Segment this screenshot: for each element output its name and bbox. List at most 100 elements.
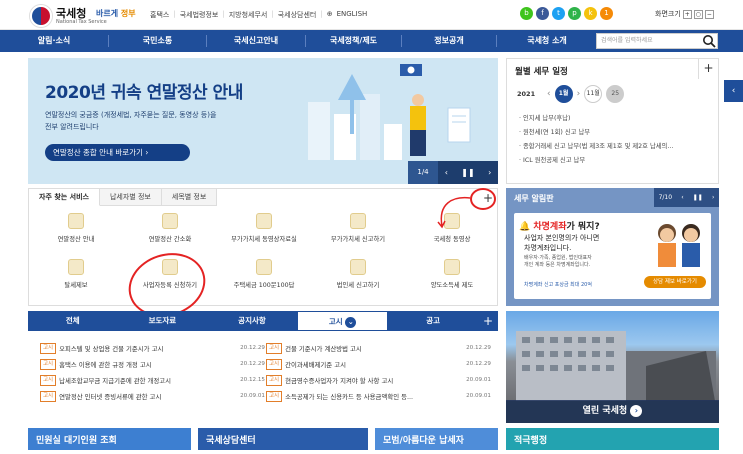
tab-bulletin[interactable]: 공고 — [388, 311, 478, 331]
top-links: 홈택스 | 국세법령정보 | 지방청세무서 | 국세상담센터 | ⊕ ENGLISH — [150, 10, 368, 20]
nav-tax-policy[interactable]: 국세정책/제도 — [306, 30, 401, 52]
prev-icon[interactable]: ‹ — [445, 168, 448, 177]
alarm-card-title: 🔔 차명계좌가 뭐지? — [519, 222, 600, 232]
service-item[interactable]: 주택세금 100문100답 — [217, 259, 311, 299]
notice-row[interactable]: 고시 납세조합교부금 지급기준에 관한 개정고시 20.12.15 — [40, 372, 265, 388]
alarm-card-desc: 사업자 본인명의가 아니면 차명계좌입니다. — [524, 234, 600, 252]
facebook-icon[interactable]: f — [536, 7, 549, 20]
bottom-box-call-center[interactable]: 국세상담센터 — [198, 428, 368, 450]
notice-row[interactable]: 고시 건물 기준시가 계산방법 고시 20.12.29 — [266, 340, 491, 356]
schedule-item[interactable]: · 원천세(연 1회) 신고 납부 — [519, 126, 709, 140]
calculator-icon — [256, 259, 272, 275]
month-current[interactable]: 1월 — [554, 85, 573, 103]
taeguk-emblem-icon — [30, 5, 52, 27]
day-25[interactable]: 25 — [606, 85, 625, 103]
alarm-controls: 7/10 ‹ ❚❚ › — [654, 188, 719, 207]
blog-icon[interactable]: b — [520, 7, 533, 20]
tab-announcements[interactable]: 공지사항 — [207, 311, 297, 331]
service-item[interactable]: 양도소득세 제도 — [405, 259, 499, 299]
notice-column-left: 고시 오피스텔 및 상업용 건물 기준시가 고시 20.12.29 고시 홈택스 이용… — [40, 340, 265, 404]
notice-row[interactable]: 고시 소득공제가 되는 신용카드 등 사용금액확인 등... 20.09.01 — [266, 388, 491, 404]
next-icon[interactable]: › — [712, 194, 714, 201]
main-banner[interactable]: 2020년 귀속 연말정산 안내 연말정산의 궁금증 (개정세법, 자주묻는 질… — [28, 58, 498, 184]
notice-row[interactable]: 고시 현금영수증사업자가 지켜야 할 사항 고시 20.09.01 — [266, 372, 491, 388]
top-utility-bar: 국세청 National Tax Service 바르게 정부 홈택스 | 국세법… — [0, 0, 743, 30]
pause-icon[interactable]: ❚❚ — [461, 168, 474, 177]
search-input[interactable]: 검색어를 입력하세요 — [596, 33, 718, 49]
link-call-center[interactable]: 국세상담센터 — [278, 10, 317, 20]
alarm-card-note: 배우자·가족, 종업원, 법인대표자 개인 계좌 등은 차명계좌입니다. — [524, 255, 592, 268]
search-icon[interactable] — [702, 34, 716, 48]
screen-size-control: 화면크기 + ○ − — [655, 9, 714, 19]
notice-row[interactable]: 고시 간이과세배제기준 고시 20.12.29 — [266, 356, 491, 372]
banner-link-button[interactable]: 연말정산 종합 안내 바로가기 › — [45, 144, 190, 161]
schedule-list: · 인지세 납부(후납) · 원천세(연 1회) 신고 납부 · 종합거래세 신… — [519, 112, 709, 168]
zoom-out-button[interactable]: − — [704, 9, 714, 19]
schedule-year: 2021 — [517, 90, 536, 98]
prev-icon[interactable]: ‹ — [681, 194, 683, 201]
alarm-card[interactable]: 🔔 차명계좌가 뭐지? 사업자 본인명의가 아니면 차명계좌입니다. 배우자·가… — [514, 213, 711, 299]
nav-notice[interactable]: 알림·소식 — [0, 30, 108, 52]
notice-row[interactable]: 고시 연말정산 인터넷 증빙서류에 관한 고시 20.09.01 — [40, 388, 265, 404]
bottom-box-model-taxpayer[interactable]: 모범/아름다운 납세자 — [375, 428, 498, 450]
zoom-in-button[interactable]: + — [682, 9, 692, 19]
link-hometax[interactable]: 홈택스 — [150, 10, 169, 20]
bottom-box-active-admin[interactable]: 적극행정 — [506, 428, 719, 450]
service-item[interactable]: 법인세 신고하기 — [311, 259, 405, 299]
pause-icon[interactable]: ❚❚ — [693, 194, 703, 201]
notice-tag: 고시 — [266, 390, 283, 402]
notice-row[interactable]: 고시 홈택스 이용에 관한 규정 개정 고시 20.12.29 — [40, 356, 265, 372]
report-consult-button[interactable]: 상담 제보 바로가기 — [644, 276, 706, 288]
logo-subtext: National Tax Service — [56, 18, 107, 25]
tab-all[interactable]: 전체 — [28, 311, 118, 331]
chevron-right-icon: › — [630, 405, 643, 417]
government-slogan-badge[interactable]: 바르게 정부 — [96, 8, 136, 19]
alert-count-badge[interactable]: 1 — [600, 7, 613, 20]
tab-press[interactable]: 보도자료 — [118, 311, 208, 331]
service-item[interactable]: 부가가치세 신고하기 — [311, 213, 405, 253]
chevron-right-icon: › — [145, 148, 149, 157]
chevron-right-icon[interactable]: › — [577, 89, 581, 99]
document-icon — [162, 213, 178, 229]
tab-tax-item-info[interactable]: 세목별 정보 — [161, 189, 218, 206]
banner-controls: ‹ ❚❚ › — [438, 161, 498, 184]
schedule-item[interactable]: · ICL 원천공제 신고 납부 — [519, 154, 709, 168]
notice-tag: 고시 — [40, 390, 57, 402]
favorite-services-panel: 자주 찾는 서비스 납세자별 정보 세목별 정보 + 연말정산 안내 연말정산 … — [28, 188, 498, 306]
pencil-icon — [350, 259, 366, 275]
chevron-left-icon[interactable]: ‹ — [547, 89, 551, 99]
zoom-reset-button[interactable]: ○ — [693, 9, 703, 19]
notice-tag: 고시 — [40, 358, 57, 370]
next-icon[interactable]: › — [488, 168, 491, 177]
tax-alarm-board: 세무 알림판 7/10 ‹ ❚❚ › 🔔 차명계좌가 뭐지? 사업자 본인명의가… — [506, 188, 719, 306]
kakao-icon[interactable]: k — [584, 7, 597, 20]
service-item[interactable]: 연말정산 간소화 — [123, 213, 217, 253]
link-law-info[interactable]: 국세법령정보 — [180, 10, 219, 20]
nav-tax-report[interactable]: 국세신고안내 — [207, 30, 305, 52]
tab-taxpayer-info[interactable]: 납세자별 정보 — [99, 189, 162, 206]
schedule-more-button[interactable]: + — [698, 59, 718, 79]
day-11[interactable]: 11월 — [584, 85, 603, 103]
side-panel-toggle[interactable]: ‹ — [724, 80, 743, 102]
open-nts-caption[interactable]: 열린 국세청 › — [506, 400, 719, 423]
link-english[interactable]: ENGLISH — [337, 10, 368, 20]
post-icon[interactable]: p — [568, 7, 581, 20]
tab-public-notice[interactable]: 고시 ⌄ — [296, 311, 389, 331]
schedule-item[interactable]: · 종합거래세 신고 납부(법 제3조 제1호 및 제2호 납세의... — [519, 140, 709, 154]
tab-frequent-services[interactable]: 자주 찾는 서비스 — [29, 189, 100, 206]
twitter-icon[interactable]: t — [552, 7, 565, 20]
monthly-tax-schedule: 월별 세무 일정 + 2021 ‹ 1월 › 11월 25 · 인지세 납부(후… — [506, 58, 719, 184]
nav-about[interactable]: 국세청 소개 — [497, 30, 597, 52]
nav-communication[interactable]: 국민소통 — [109, 30, 206, 52]
bottom-box-waiting[interactable]: 민원실 대기인원 조회 — [28, 428, 191, 450]
link-regional-office[interactable]: 지방청세무서 — [229, 10, 268, 20]
notice-more-button[interactable]: + — [478, 311, 498, 331]
notice-tag: 고시 — [266, 358, 283, 370]
service-item[interactable]: 연말정산 안내 — [29, 213, 123, 253]
notice-row[interactable]: 고시 오피스텔 및 상업용 건물 기준시가 고시 20.12.29 — [40, 340, 265, 356]
schedule-item[interactable]: · 인지세 납부(후납) — [519, 112, 709, 126]
service-item[interactable]: 부가가치세 동영상자료실 — [217, 213, 311, 253]
banner-counter: 1/4 — [408, 161, 438, 184]
nav-disclosure[interactable]: 정보공개 — [402, 30, 496, 52]
service-item[interactable]: 탈세제보 — [29, 259, 123, 299]
